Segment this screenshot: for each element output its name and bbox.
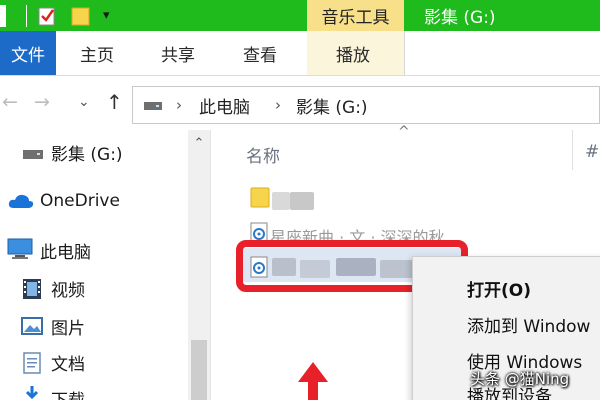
properties-icon[interactable] <box>37 5 57 27</box>
nav-item-downloads[interactable]: 下载 <box>51 380 85 400</box>
folder-icon <box>250 187 270 208</box>
up-arrow-icon[interactable]: ↑ <box>106 76 123 128</box>
nav-item-videos[interactable]: 视频 <box>51 270 85 306</box>
nav-item-drive-g[interactable]: 影集 (G:) <box>51 134 123 170</box>
drive-icon <box>23 150 43 159</box>
watermark: 头条 @猫Ning <box>470 370 570 388</box>
file-row-folder[interactable] <box>246 186 366 214</box>
title-bar: ▾ 音乐工具 影集 (G:) <box>0 0 600 31</box>
file-explorer-window: ▾ 音乐工具 影集 (G:) 文件 主页 共享 查看 播放 ← → ⌄ ↑ › … <box>0 0 600 400</box>
column-divider[interactable] <box>572 130 573 170</box>
breadcrumb-drive-g[interactable]: 影集 (G:) <box>296 86 368 124</box>
tab-play[interactable]: 播放 <box>336 31 370 75</box>
navigation-pane-scrollbar[interactable]: ⌃ <box>188 130 210 400</box>
sort-ascending-icon: ^ <box>398 124 410 140</box>
menu-item-add-to-windows-media-player[interactable]: 添加到 Window <box>467 309 590 339</box>
tab-home[interactable]: 主页 <box>80 31 114 75</box>
ribbon-divider <box>404 31 405 75</box>
red-arrow-annotation <box>298 362 328 400</box>
scroll-up-icon[interactable]: ⌃ <box>188 136 210 151</box>
nav-item-pictures[interactable]: 图片 <box>51 308 85 344</box>
blurred-filename <box>272 192 290 210</box>
picture-icon <box>21 317 43 335</box>
toolbar-divider <box>26 4 27 27</box>
breadcrumb-this-pc[interactable]: 此电脑 <box>199 86 250 124</box>
cloud-icon <box>8 194 34 208</box>
forward-arrow-icon[interactable]: → <box>34 76 50 128</box>
nav-item-onedrive[interactable]: OneDrive <box>40 183 120 219</box>
window-title: 影集 (G:) <box>424 8 496 28</box>
tab-share[interactable]: 共享 <box>161 31 195 75</box>
nav-item-this-pc[interactable]: 此电脑 <box>40 232 91 268</box>
document-icon <box>23 352 41 374</box>
breadcrumb-separator[interactable]: › <box>275 86 281 124</box>
column-header-name[interactable]: 名称 <box>246 142 280 167</box>
tab-view[interactable]: 查看 <box>243 31 277 75</box>
ribbon-tabs: 文件 主页 共享 查看 播放 <box>0 31 600 76</box>
blurred-filename <box>290 192 314 210</box>
nav-item-documents[interactable]: 文档 <box>51 344 85 380</box>
scrollbar-thumb[interactable] <box>191 340 207 400</box>
computer-icon <box>7 238 33 259</box>
window-icon[interactable] <box>0 4 6 27</box>
column-header-number[interactable]: # <box>585 142 599 162</box>
video-icon <box>23 279 41 299</box>
recent-locations-dropdown-icon[interactable]: ⌄ <box>78 76 90 128</box>
customize-toolbar-dropdown[interactable]: ▾ <box>103 9 110 22</box>
menu-item-open[interactable]: 打开(O) <box>467 273 531 303</box>
drive-icon <box>144 102 162 110</box>
back-arrow-icon[interactable]: ← <box>2 76 18 128</box>
tab-file[interactable]: 文件 <box>0 31 56 75</box>
pane-divider[interactable] <box>210 130 211 400</box>
download-icon <box>25 386 39 400</box>
breadcrumb-separator[interactable]: › <box>176 86 182 124</box>
new-folder-icon[interactable] <box>71 6 91 26</box>
quick-access-toolbar: ▾ <box>0 0 110 31</box>
music-tools-label: 音乐工具 <box>307 0 404 31</box>
